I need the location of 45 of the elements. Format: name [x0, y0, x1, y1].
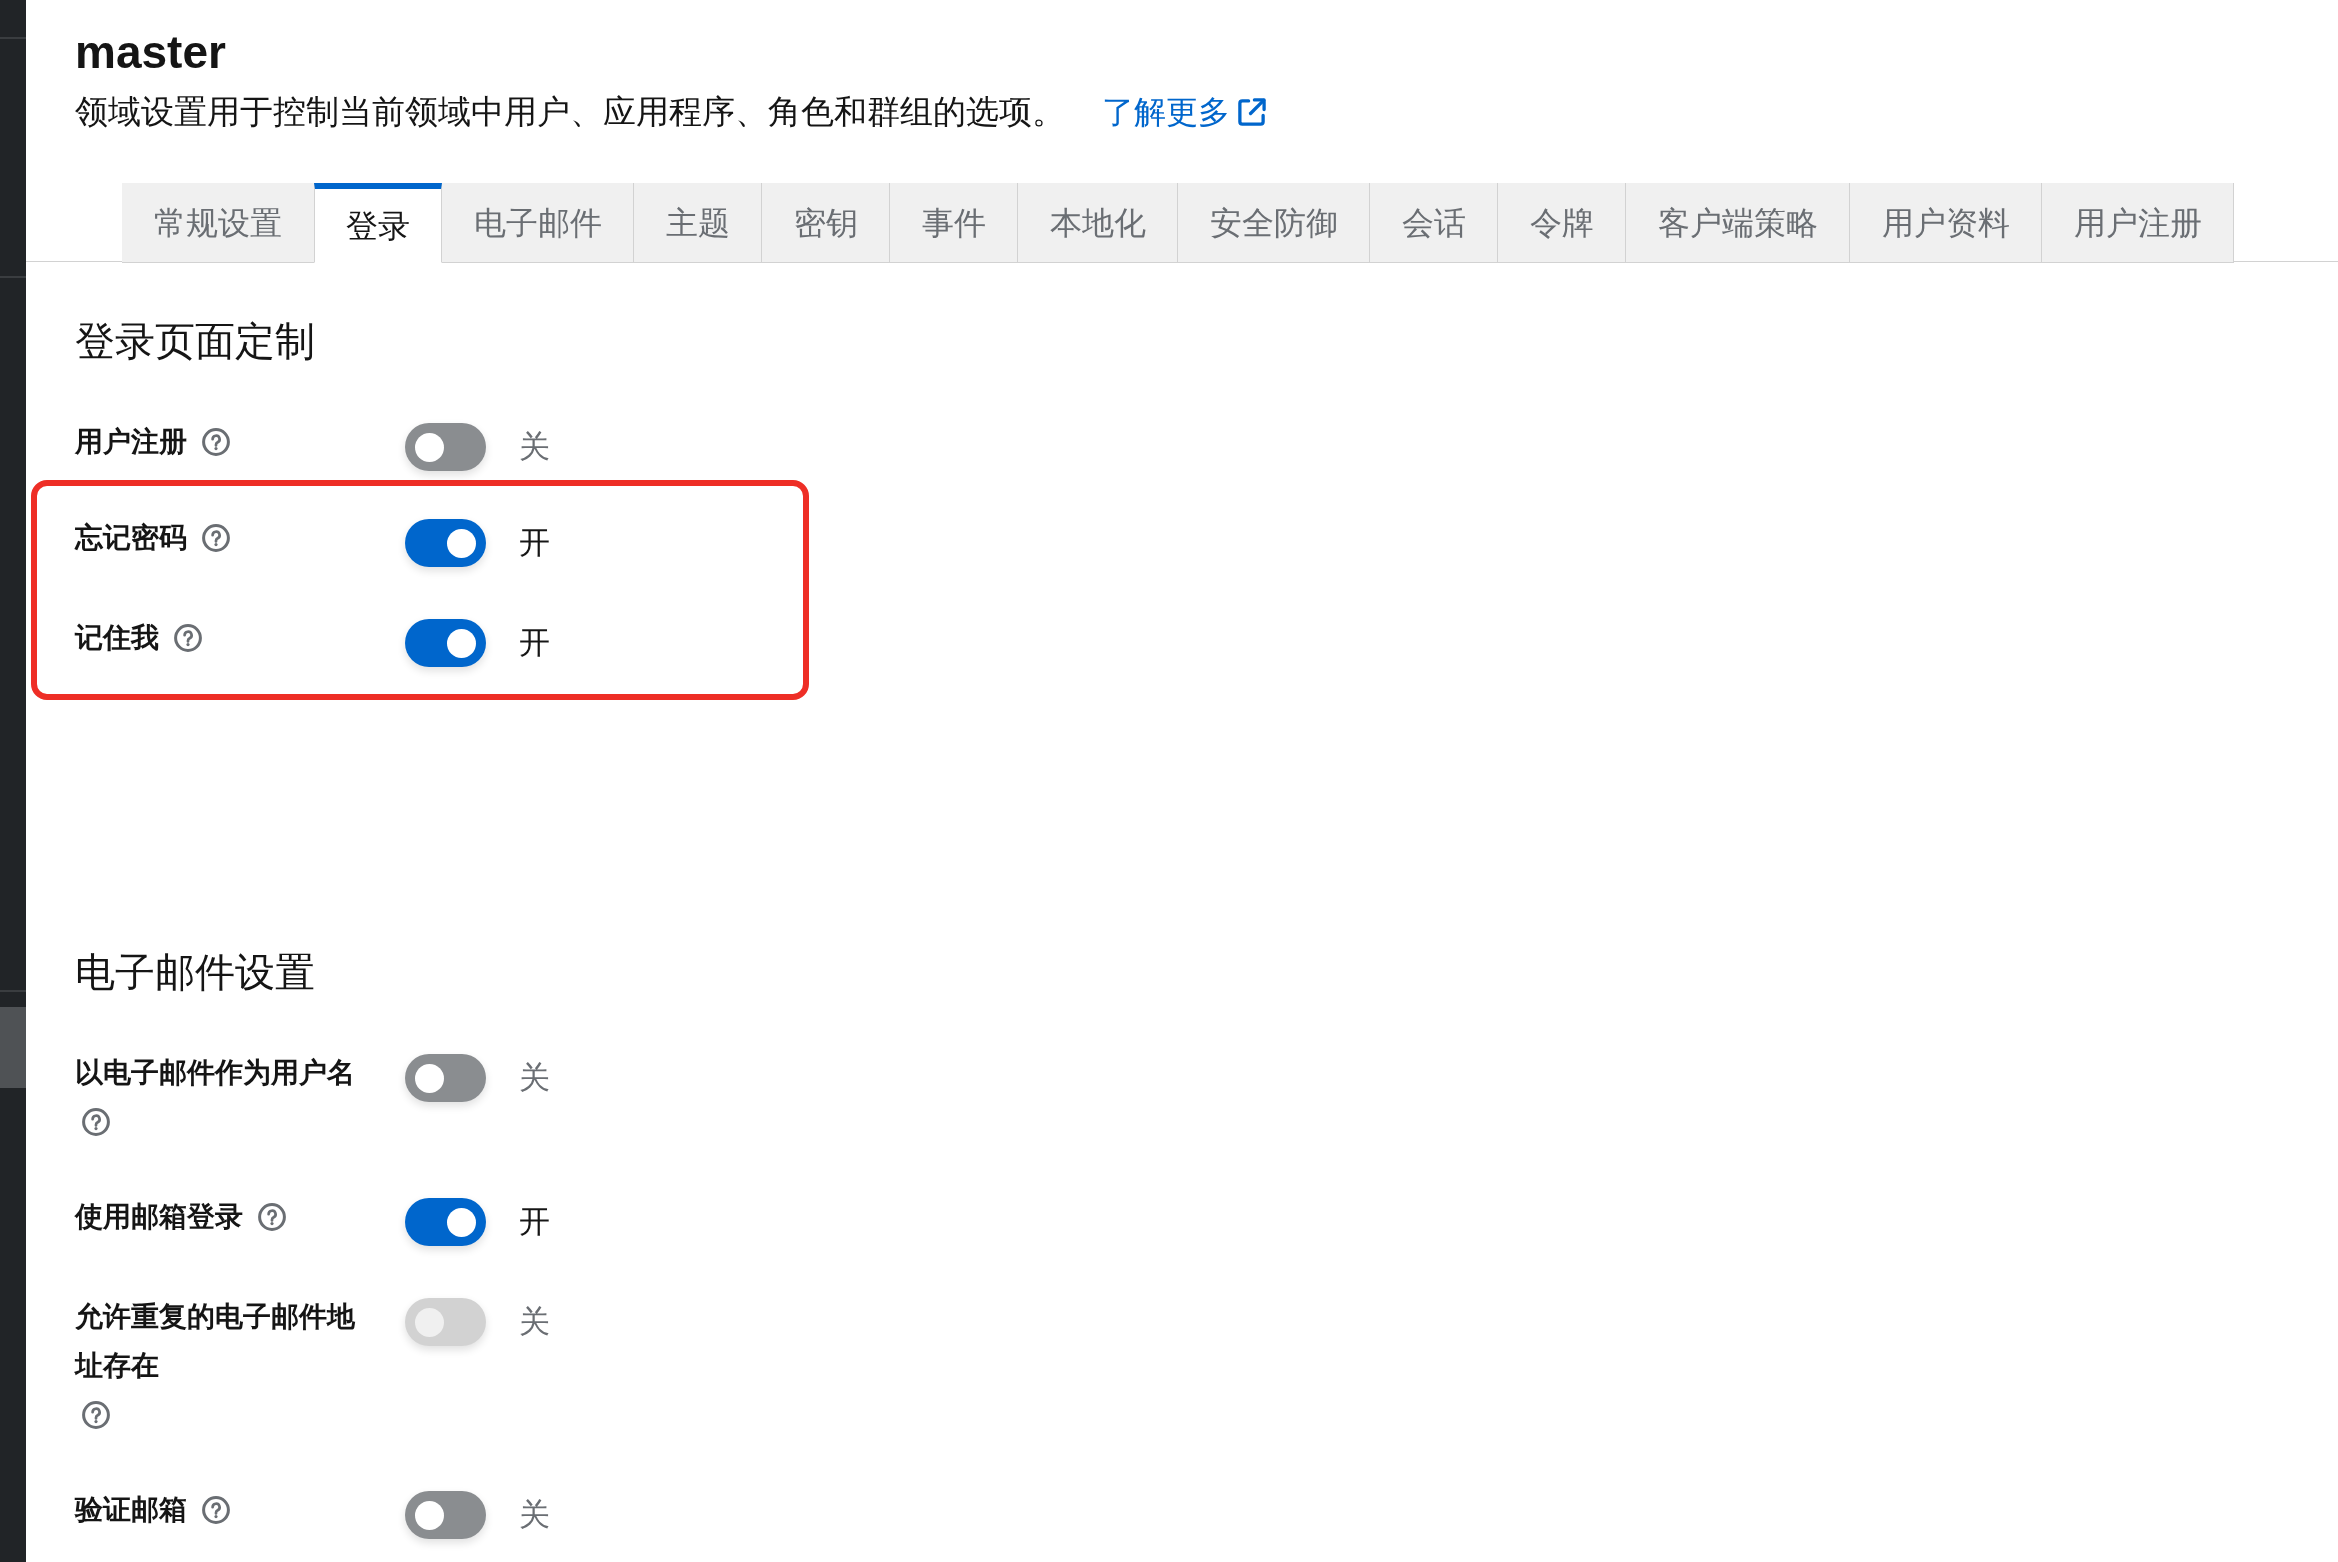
toggle-switch[interactable]: [405, 519, 486, 567]
settings-tab[interactable]: 用户资料: [1850, 183, 2042, 263]
setting-label: 以电子邮件作为用户名: [75, 1056, 355, 1090]
toggle-state-text: 开: [519, 624, 550, 662]
realm-description: 领域设置用于控制当前领域中用户、应用程序、角色和群组的选项。: [75, 92, 1065, 132]
settings-tab[interactable]: 会话: [1370, 183, 1498, 263]
help-icon[interactable]: [82, 1107, 110, 1136]
settings-tab[interactable]: 令牌: [1498, 183, 1626, 263]
settings-tab[interactable]: 电子邮件: [442, 183, 634, 263]
help-icon[interactable]: [202, 1495, 230, 1524]
settings-tab[interactable]: 登录: [314, 183, 442, 263]
help-icon[interactable]: [174, 623, 202, 652]
toggle-state-text: 关: [519, 1059, 550, 1097]
toggle-switch[interactable]: [405, 619, 486, 667]
settings-tab[interactable]: 主题: [634, 183, 762, 263]
toggle-switch[interactable]: [405, 1198, 486, 1246]
help-icon[interactable]: [258, 1202, 286, 1231]
setting-label: 允许重复的电子邮件地址存在: [75, 1300, 356, 1383]
settings-tab[interactable]: 密钥: [762, 183, 890, 263]
settings-tab[interactable]: 安全防御: [1178, 183, 1370, 263]
toggle-switch[interactable]: [405, 1054, 486, 1102]
settings-tab[interactable]: 事件: [890, 183, 1018, 263]
toggle-switch[interactable]: [405, 1491, 486, 1539]
section-heading: 登录页面定制: [75, 318, 316, 365]
section-heading: 电子邮件设置: [75, 949, 316, 996]
settings-tab[interactable]: 客户端策略: [1626, 183, 1850, 263]
setting-label: 用户注册: [75, 425, 187, 459]
toggle-state-text: 关: [519, 1303, 550, 1341]
help-icon[interactable]: [202, 523, 230, 552]
realm-title: master: [75, 25, 227, 80]
settings-tab[interactable]: 本地化: [1018, 183, 1178, 263]
setting-label: 忘记密码: [75, 521, 187, 555]
setting-label: 验证邮箱: [75, 1493, 187, 1527]
toggle-state-text: 开: [519, 1203, 550, 1241]
toggle-state-text: 开: [519, 524, 550, 562]
toggle-switch[interactable]: [405, 423, 486, 471]
learn-more-link[interactable]: 了解更多: [1102, 90, 1267, 134]
external-link-icon: [1236, 96, 1267, 128]
settings-tab[interactable]: 用户注册: [2042, 183, 2234, 263]
toggle-state-text: 关: [519, 1496, 550, 1534]
setting-label: 使用邮箱登录: [75, 1200, 243, 1234]
toggle-state-text: 关: [519, 428, 550, 466]
settings-tab[interactable]: 常规设置: [122, 183, 314, 263]
help-icon[interactable]: [202, 427, 230, 456]
setting-label: 记住我: [75, 621, 159, 655]
